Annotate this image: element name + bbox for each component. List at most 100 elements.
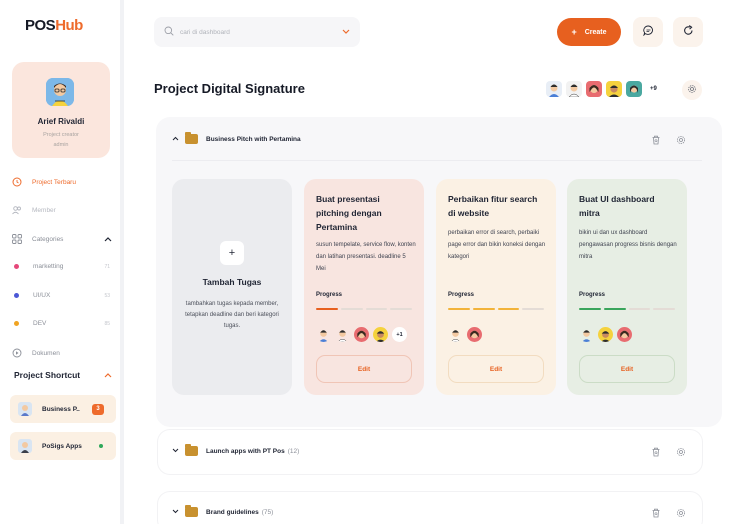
- add-task-title: Tambah Tugas: [202, 277, 262, 287]
- progress-segment: [448, 308, 470, 310]
- page-title: Project Digital Signature: [154, 81, 305, 96]
- nav-label: Categories: [32, 235, 64, 243]
- refresh-button[interactable]: [673, 17, 703, 47]
- project-settings-button[interactable]: [682, 80, 702, 100]
- shortcut-section-title[interactable]: Project Shortcut: [14, 370, 112, 380]
- app-logo[interactable]: POSHub: [25, 17, 83, 34]
- avatar: [617, 327, 632, 342]
- nav-label: Dokumen: [32, 349, 60, 357]
- avatar: [467, 327, 482, 342]
- category-label: DEV: [33, 320, 47, 327]
- chevron-up-icon[interactable]: [104, 235, 112, 244]
- category-item-uiux[interactable]: UI/UX 53: [14, 292, 110, 299]
- group-count: (75): [261, 508, 274, 516]
- plus-icon[interactable]: +: [220, 241, 244, 265]
- gear-icon[interactable]: [675, 134, 686, 145]
- task-description: perbaikan error di search, perbaiki page…: [448, 230, 546, 260]
- avatar[interactable]: [546, 81, 562, 97]
- group-header-business-pitch[interactable]: Business Pitch with Pertamina: [172, 132, 301, 144]
- edit-button[interactable]: Edit: [579, 355, 675, 383]
- edit-button[interactable]: Edit: [448, 355, 544, 383]
- category-count: 53: [104, 292, 110, 299]
- progress-segment: [628, 308, 651, 310]
- task-card[interactable]: Perbaikan fitur search di website perbai…: [436, 179, 556, 395]
- nav-member[interactable]: Member: [12, 205, 112, 215]
- trash-icon[interactable]: [650, 446, 661, 457]
- add-task-description: tambahkan tugas kepada member, tetapkan …: [185, 301, 279, 329]
- add-task-card[interactable]: + Tambah Tugas tambahkan tugas kepada me…: [172, 179, 292, 395]
- shortcut-label: Business P..: [42, 405, 80, 413]
- chevron-down-icon[interactable]: [172, 509, 179, 516]
- category-dot: [14, 293, 19, 298]
- avatar[interactable]: [586, 81, 602, 97]
- progress-segment: [390, 308, 412, 310]
- avatar: [316, 327, 331, 342]
- avatar: [335, 327, 350, 342]
- folder-icon: [185, 132, 198, 144]
- progress-bar: [579, 308, 675, 310]
- search-input[interactable]: cari di dashboard: [180, 29, 342, 36]
- chevron-up-icon[interactable]: [172, 136, 179, 143]
- chevron-up-icon[interactable]: [104, 371, 112, 380]
- group-actions: [650, 507, 686, 518]
- people-icon: [12, 205, 22, 215]
- search-icon: [164, 23, 174, 41]
- nav-label: Project Terbaru: [32, 178, 76, 186]
- gear-icon[interactable]: [675, 507, 686, 518]
- chevron-down-icon[interactable]: [342, 28, 350, 37]
- avatar[interactable]: [566, 81, 582, 97]
- progress-segment: [472, 308, 495, 310]
- progress-label: Progress: [448, 292, 475, 298]
- shortcut-thumbnail: [18, 439, 32, 453]
- search-bar[interactable]: cari di dashboard: [154, 17, 360, 47]
- task-description: susun tempelate, service flow, konten da…: [316, 242, 416, 272]
- category-label: marketting: [33, 263, 64, 270]
- task-card[interactable]: Buat UI dashboard mitra bikin ui dan ux …: [567, 179, 687, 395]
- status-dot: [99, 444, 103, 448]
- progress-segment: [522, 308, 544, 310]
- avatar: [46, 78, 74, 106]
- progress-label: Progress: [579, 292, 606, 298]
- chevron-down-icon[interactable]: [172, 448, 179, 455]
- logo-text-hub: Hub: [55, 17, 83, 34]
- group-actions: [650, 134, 686, 145]
- progress-segment: [316, 308, 338, 310]
- logo-text-pos: POS: [25, 17, 56, 34]
- more-assignees-count[interactable]: +1: [392, 327, 407, 342]
- folder-icon: [185, 505, 198, 517]
- profile-name: Arief Rivaldi: [37, 117, 85, 126]
- category-item-marketting[interactable]: marketting 71: [14, 263, 110, 270]
- trash-icon[interactable]: [650, 134, 661, 145]
- more-members-count[interactable]: +9: [650, 86, 657, 92]
- profile-card[interactable]: Arief Rivaldi Project creator admin: [12, 62, 110, 158]
- shortcut-label: PoSigs Apps: [42, 442, 82, 450]
- task-card[interactable]: Buat presentasi pitching dengan Pertamin…: [304, 179, 424, 395]
- avatar[interactable]: [626, 81, 642, 97]
- shortcut-item-posigs-apps[interactable]: PoSigs Apps: [10, 432, 116, 460]
- avatar: [373, 327, 388, 342]
- nav-project-terbaru[interactable]: Project Terbaru: [12, 177, 112, 187]
- task-title: Buat presentasi pitching dengan Pertamin…: [316, 194, 382, 232]
- member-avatars[interactable]: +9: [546, 81, 657, 97]
- edit-button[interactable]: Edit: [316, 355, 412, 383]
- category-item-dev[interactable]: DEV 85: [14, 320, 110, 327]
- refresh-icon: [683, 23, 694, 41]
- group-header-launch-apps[interactable]: Launch apps with PT Pos (12): [172, 444, 300, 456]
- trash-icon[interactable]: [650, 507, 661, 518]
- category-count: 71: [104, 263, 110, 270]
- gear-icon[interactable]: [675, 446, 686, 457]
- progress-segment: [365, 308, 388, 310]
- profile-role: Project creator admin: [12, 130, 110, 150]
- chat-button[interactable]: [633, 17, 663, 47]
- avatar[interactable]: [606, 81, 622, 97]
- shortcut-item-business-pitch[interactable]: Business P.. 3: [10, 395, 116, 423]
- grid-icon: [12, 234, 22, 244]
- nav-categories[interactable]: Categories: [12, 234, 112, 244]
- nav-dokumen[interactable]: Dokumen: [12, 348, 112, 358]
- category-count: 85: [104, 320, 110, 327]
- group-count: (12): [287, 447, 300, 455]
- create-button[interactable]: + Create: [557, 18, 621, 46]
- group-actions: [650, 446, 686, 457]
- group-header-brand-guidelines[interactable]: Brand guidelines (75): [172, 505, 274, 517]
- chat-icon: [642, 23, 654, 41]
